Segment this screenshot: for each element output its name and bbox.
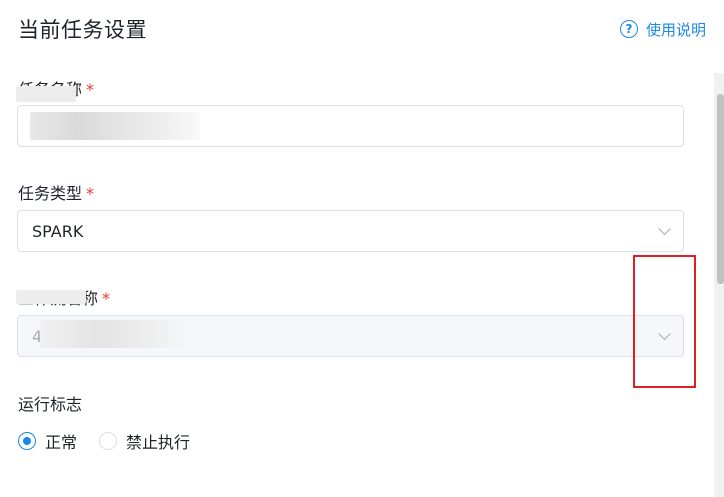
task-type-label: 任务类型 *	[18, 180, 94, 204]
radio-forbid[interactable]: 禁止执行	[99, 429, 190, 453]
radio-unchecked-icon	[99, 432, 118, 450]
page-header: 当前任务设置 ? 使用说明	[18, 14, 706, 44]
required-mark: *	[86, 80, 95, 99]
radio-normal[interactable]: 正常	[18, 429, 77, 453]
redaction-patch	[40, 320, 190, 348]
page-title: 当前任务设置	[18, 18, 147, 42]
scrollbar-thumb[interactable]	[717, 94, 724, 284]
help-link-label: 使用说明	[645, 20, 706, 39]
help-link[interactable]: ? 使用说明	[619, 19, 706, 40]
redaction-patch	[16, 290, 86, 304]
radio-checked-icon	[18, 432, 36, 450]
required-mark: *	[102, 289, 111, 308]
run-flag-radio-group: 正常 禁止执行	[18, 429, 212, 453]
task-type-label-text: 任务类型	[18, 184, 83, 203]
radio-forbid-label: 禁止执行	[126, 433, 191, 452]
radio-normal-label: 正常	[45, 433, 78, 452]
run-flag-label: 运行标志	[18, 395, 83, 414]
chevron-down-icon	[658, 222, 671, 236]
redaction-patch	[30, 112, 200, 140]
redaction-patch	[16, 86, 76, 102]
highlight-annotation-box	[633, 255, 696, 388]
task-type-select[interactable]: SPARK	[17, 210, 684, 252]
task-type-value: SPARK	[32, 221, 84, 241]
question-circle-icon: ?	[619, 20, 638, 38]
required-mark: *	[86, 184, 95, 203]
